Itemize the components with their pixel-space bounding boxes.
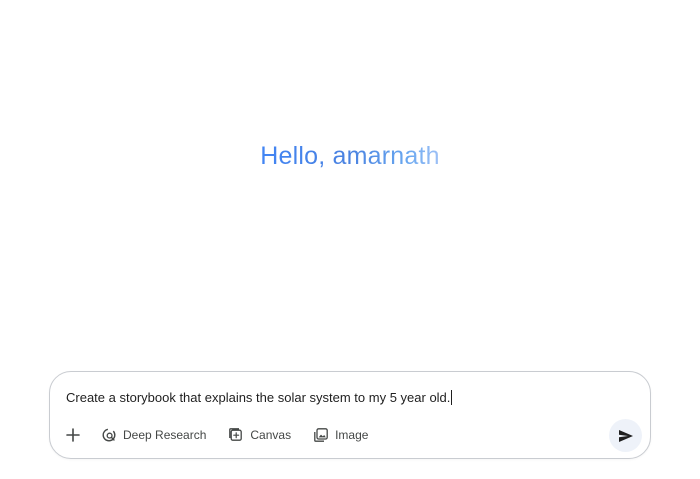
- add-button[interactable]: [62, 424, 84, 446]
- deep-research-label: Deep Research: [123, 428, 207, 442]
- image-label: Image: [335, 428, 369, 442]
- image-button[interactable]: Image: [313, 422, 368, 448]
- deep-research-button[interactable]: Deep Research: [101, 422, 206, 448]
- plus-icon: [66, 428, 80, 442]
- send-icon: [618, 429, 633, 442]
- text-caret: [451, 389, 453, 405]
- canvas-icon: [228, 427, 244, 443]
- canvas-button[interactable]: Canvas: [228, 422, 291, 448]
- send-button[interactable]: [609, 419, 642, 452]
- page: Hello, amarnath Create a storybook that …: [0, 0, 700, 479]
- composer-toolbar: Deep Research Canvas Image: [62, 422, 390, 448]
- prompt-input-value: Create a storybook that explains the sol…: [66, 389, 451, 405]
- image-icon: [313, 427, 329, 443]
- prompt-input[interactable]: Create a storybook that explains the sol…: [66, 388, 634, 406]
- greeting-heading: Hello, amarnath: [0, 142, 700, 171]
- greeting-text: Hello, amarnath: [260, 142, 440, 170]
- prompt-composer[interactable]: Create a storybook that explains the sol…: [49, 371, 651, 459]
- deep-research-icon: [101, 427, 117, 443]
- canvas-label: Canvas: [250, 428, 292, 442]
